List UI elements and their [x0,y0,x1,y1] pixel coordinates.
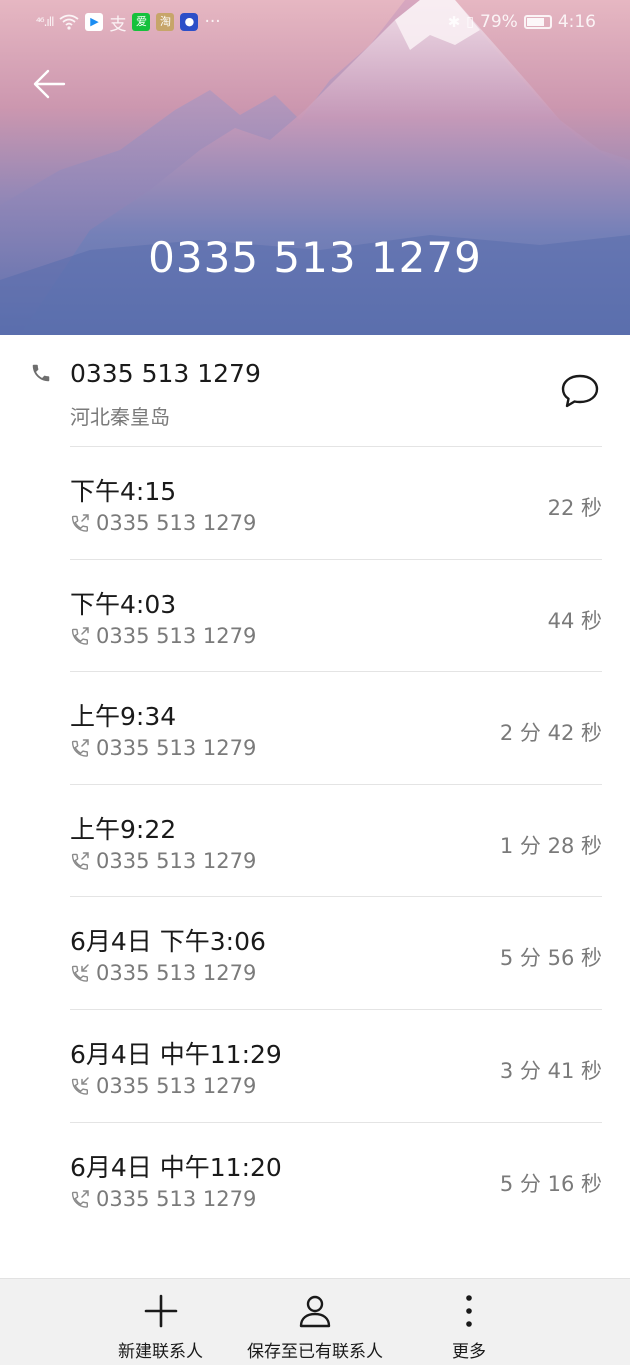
o-app-icon: ● [180,13,199,31]
incoming-call-icon [71,964,89,983]
call-log-row[interactable]: 6月4日 中午11:29 0335 513 1279 3 分 41 秒 [0,1010,630,1123]
call-log-row[interactable]: 6月4日 中午11:20 0335 513 1279 5 分 16 秒 [0,1123,630,1236]
more-vertical-icon [466,1295,472,1327]
header-phone-number: 0335 513 1279 [148,233,482,282]
call-log-list: 下午4:15 0335 513 1279 22 秒下午4:03 0335 513 12… [0,447,630,1235]
signal-icon: ⁴⁶.ıll [36,15,54,29]
taobao-icon: 淘 [156,13,175,31]
call-number: 0335 513 1279 [96,511,257,535]
contact-info-row[interactable]: 0335 513 1279 河北秦皇岛 [0,335,630,447]
new-contact-label: 新建联系人 [118,1342,203,1362]
call-duration: 1 分 28 秒 [499,833,602,858]
call-subline: 0335 513 1279 [70,511,256,535]
call-duration: 2 分 42 秒 [499,721,602,746]
call-number: 0335 513 1279 [96,848,257,873]
call-time: 下午4:15 [70,477,177,506]
message-icon[interactable] [558,371,602,411]
outgoing-call-icon [71,739,89,757]
more-notifications-icon: ··· [204,12,221,32]
call-time: 上午9:22 [70,814,177,844]
call-time: 6月4日 下午3:06 [70,927,266,957]
call-number: 0335 513 1279 [96,1186,257,1211]
mountain-background [0,0,630,335]
plus-icon [144,1294,177,1328]
save-to-existing-label: 保存至已有联系人 [247,1342,383,1362]
call-duration: 3 分 41 秒 [499,1058,602,1083]
person-icon [299,1295,331,1328]
more-button[interactable]: 更多 [444,1279,494,1365]
status-bar: ⁴⁶.ıll ▶ 支 爱 淘 ● ··· ✱ ▯ 79% 4:16 [0,0,630,44]
battery-percent: 79% [480,12,518,32]
contact-location: 河北秦皇岛 [70,405,170,429]
call-duration: 5 分 16 秒 [499,1171,602,1196]
outgoing-call-icon [71,514,89,532]
call-log-row[interactable]: 上午9:34 0335 513 1279 2 分 42 秒 [0,672,630,785]
call-time: 上午9:34 [70,702,177,732]
call-time: 6月4日 中午11:20 [70,1152,282,1182]
call-number: 0335 513 1279 [96,961,257,986]
more-label: 更多 [452,1342,486,1362]
incoming-call-icon [71,1077,89,1095]
call-subline: 0335 513 1279 [70,1074,256,1098]
back-arrow-icon[interactable] [30,66,70,102]
header-banner: ⁴⁶.ıll ▶ 支 爱 淘 ● ··· ✱ ▯ 79% 4:16 0335 5… [0,0,630,335]
outgoing-call-icon [71,1189,89,1208]
call-log-row[interactable]: 上午9:22 0335 513 1279 1 分 28 秒 [0,785,630,898]
call-number: 0335 513 1279 [96,623,257,648]
call-time: 6月4日 中午11:29 [70,1039,282,1069]
call-subline: 0335 513 1279 [70,849,256,873]
call-number: 0335 513 1279 [96,1073,257,1098]
wifi-icon [59,14,79,30]
call-subline: 0335 513 1279 [70,624,256,648]
call-log-row[interactable]: 下午4:15 0335 513 1279 22 秒 [0,447,630,560]
call-duration: 44 秒 [547,608,602,633]
save-to-existing-contact-button[interactable]: 保存至已有联系人 [240,1279,390,1365]
call-log-row[interactable]: 6月4日 下午3:06 0335 513 1279 5 分 56 秒 [0,897,630,1010]
status-time: 4:16 [557,12,596,32]
call-log-row[interactable]: 下午4:03 0335 513 1279 44 秒 [0,560,630,673]
youku-icon: ▶ [85,13,104,31]
call-time: 下午4:03 [70,589,177,619]
new-contact-button[interactable]: 新建联系人 [108,1279,213,1365]
call-number: 0335 513 1279 [96,736,257,761]
vibrate-icon: ▯ [466,14,475,30]
call-subline: 0335 513 1279 [70,1187,256,1211]
phone-icon [32,364,50,382]
call-subline: 0335 513 1279 [70,961,256,985]
call-subline: 0335 513 1279 [70,736,256,760]
outgoing-call-icon [71,852,89,870]
iqiyi-icon: 爱 [132,13,151,31]
call-duration: 22 秒 [547,496,602,520]
alipay-icon: 支 [109,14,127,35]
contact-phone-number: 0335 513 1279 [70,359,261,388]
bottom-action-bar: 新建联系人 保存至已有联系人 更多 [0,1278,630,1365]
bluetooth-icon: ✱ [447,13,461,31]
battery-icon [523,15,552,29]
outgoing-call-icon [71,626,89,645]
call-duration: 5 分 56 秒 [499,946,602,971]
call-detail-screen: ⁴⁶.ıll ▶ 支 爱 淘 ● ··· ✱ ▯ 79% 4:16 0335 5… [0,0,630,1365]
